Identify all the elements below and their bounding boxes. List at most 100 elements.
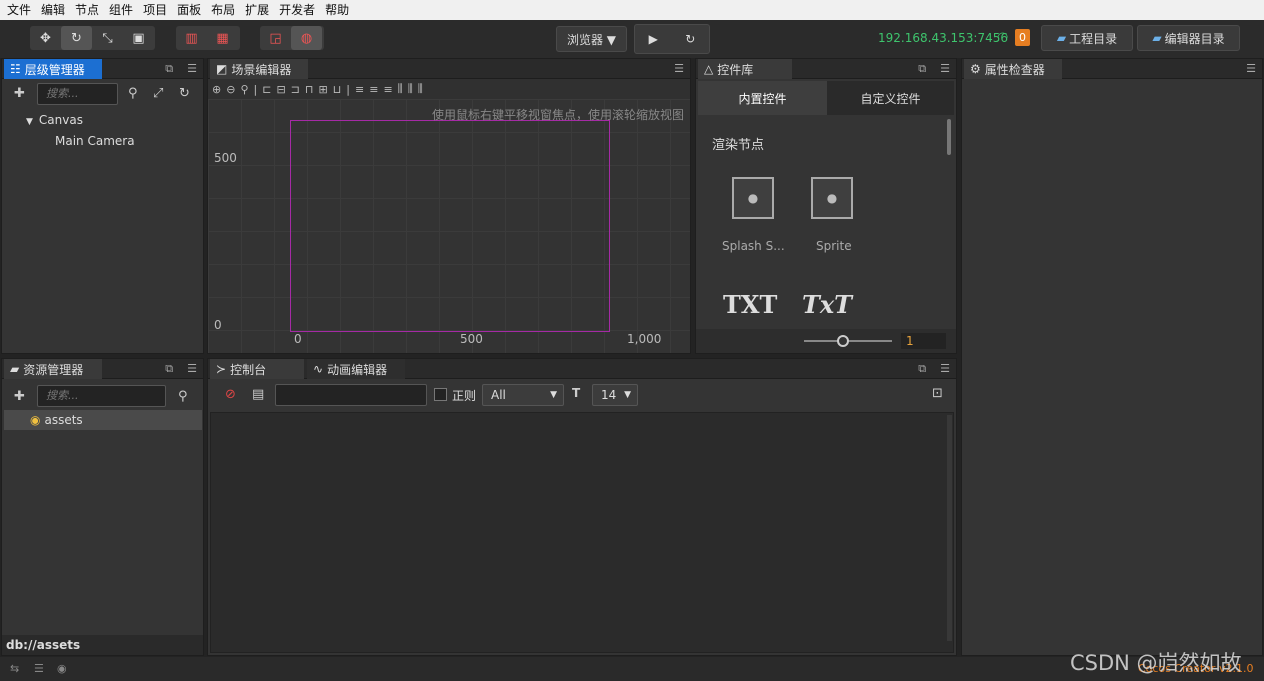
tab-hierarchy[interactable]: ☷ 层级管理器 [4,59,102,79]
rotate-tool-icon[interactable]: ↻ [61,26,92,50]
tab-assets[interactable]: ▰ 资源管理器 [4,359,102,379]
distribute-top-icon[interactable]: ≡ [355,83,364,96]
zoom-reset-icon[interactable]: ⚲ [240,83,248,96]
popout-icon[interactable]: ⧉ [165,362,173,376]
sprite-icon[interactable]: ● [811,177,853,219]
font-size-select[interactable]: 14 ▼ [592,384,638,406]
zoom-out-icon[interactable]: ⊖ [226,83,235,96]
console-filter-input[interactable] [275,384,427,406]
tab-console[interactable]: ≻ 控制台 [210,359,304,379]
menu-project[interactable]: 项目 [138,0,172,20]
tab-animation-editor[interactable]: ∿ 动画编辑器 [307,359,405,379]
widget-item-label: Splash S... [722,239,785,253]
align-vcenter-icon[interactable]: ⊞ [318,83,327,96]
play-icon[interactable]: ▶ [649,32,658,46]
menu-component[interactable]: 组件 [104,0,138,20]
sync-icon[interactable]: ⇆ [10,662,19,675]
tree-item-canvas[interactable]: ▼ Canvas [26,113,83,127]
align-right-icon[interactable]: ⊐ [291,83,300,96]
scene-viewport[interactable]: 使用鼠标右键平移视窗焦点，使用滚轮缩放视图 500 0 0 500 1,000 [208,99,690,353]
scale-tool-icon[interactable]: ⤡ [92,26,123,50]
collapse-icon[interactable]: ⊡ [932,386,943,401]
menu-icon[interactable]: ☰ [187,62,197,76]
tree-item-assets[interactable]: ◉ assets [4,410,202,430]
distribute-right-icon[interactable]: ⫼ [418,82,423,96]
eye-icon[interactable]: ◉ [57,662,67,675]
refresh-icon[interactable]: ↻ [179,86,190,101]
search-icon[interactable]: ⚲ [178,389,188,404]
assets-search-input[interactable]: 搜索... [37,385,166,407]
add-icon[interactable]: ✚ [14,389,25,404]
align-bottom-icon[interactable]: ⊔ [333,83,342,96]
gear-icon: ⚙ [970,62,981,76]
pivot-center-icon[interactable]: ▦ [207,26,238,50]
popout-icon[interactable]: ⧉ [918,362,926,376]
open-log-icon[interactable]: ▤ [252,387,264,402]
scene-icon: ◩ [216,62,228,76]
menu-developer[interactable]: 开发者 [274,0,320,20]
scrollbar[interactable] [947,415,952,641]
move-tool-icon[interactable]: ✥ [30,26,61,50]
regex-checkbox[interactable] [434,388,447,401]
size-slider-handle[interactable] [837,335,849,347]
distribute-vcenter-icon[interactable]: ≡ [369,83,378,96]
tab-custom-widgets[interactable]: 自定义控件 [827,81,954,115]
browser-select[interactable]: 浏览器 ▼ [556,26,627,52]
tab-inspector[interactable]: ⚙ 属性检查器 [964,59,1062,79]
popout-icon[interactable]: ⧉ [165,62,173,76]
menu-node[interactable]: 节点 [70,0,104,20]
align-left-icon[interactable]: ⊏ [262,83,271,96]
tab-scene[interactable]: ◩ 场景编辑器 [210,59,308,79]
separator: | [346,82,350,96]
tab-widget-library[interactable]: △ 控件库 [698,59,792,79]
distribute-hcenter-icon[interactable]: ⫼ [408,82,413,96]
database-icon[interactable]: ☰ [34,662,44,675]
assets-panel: ▰ 资源管理器 ⧉ ☰ ✚ 搜索... ⚲ ◉ assets db://asse… [1,358,204,656]
distribute-left-icon[interactable]: ⫼ [398,82,403,96]
menu-help[interactable]: 帮助 [320,0,354,20]
panel-controls: ☰ [674,62,684,75]
tab-builtin-widgets[interactable]: 内置控件 [698,81,827,115]
watermark: CSDN @岿然如故 [1070,651,1242,675]
menu-extension[interactable]: 扩展 [240,0,274,20]
panel-controls: ⧉ ☰ [165,362,197,376]
expand-icon[interactable]: ⤢ [153,86,163,101]
zoom-in-icon[interactable]: ⊕ [212,83,221,96]
console-log-area[interactable] [210,412,954,653]
menu-icon[interactable]: ☰ [940,362,950,376]
chevron-down-icon: ▼ [550,390,557,400]
popout-icon[interactable]: ⧉ [918,62,926,76]
x-axis-0: 0 [294,332,302,346]
align-top-icon[interactable]: ⊓ [305,83,314,96]
add-icon[interactable]: ✚ [14,86,25,101]
menu-icon[interactable]: ☰ [1246,62,1256,75]
rect-tool-icon[interactable]: ▣ [123,26,154,50]
menu-panel[interactable]: 面板 [172,0,206,20]
menu-icon[interactable]: ☰ [940,62,950,76]
search-icon[interactable]: ⚲ [128,86,138,101]
view-3d-icon[interactable]: ◍ [291,26,322,50]
scrollbar[interactable] [947,119,951,155]
distribute-bottom-icon[interactable]: ≡ [383,83,392,96]
menu-file[interactable]: 文件 [2,0,36,20]
triangle-icon: △ [704,62,714,76]
refresh-icon[interactable]: ↻ [685,32,695,46]
tree-item-main-camera[interactable]: Main Camera [55,134,135,148]
clear-icon[interactable]: ⊘ [225,387,236,402]
menu-edit[interactable]: 编辑 [36,0,70,20]
menu-layout[interactable]: 布局 [206,0,240,20]
size-value-input[interactable]: 1 [901,333,946,349]
project-dir-button[interactable]: ▰ 工程目录 [1041,25,1133,51]
richtext-widget-icon[interactable]: TxT [802,290,852,319]
menu-icon[interactable]: ☰ [187,362,197,376]
log-level-select[interactable]: All ▼ [482,384,564,406]
splash-sprite-icon[interactable]: ● [732,177,774,219]
pivot-local-icon[interactable]: ▥ [176,26,207,50]
label-widget-icon[interactable]: TXT [723,290,777,319]
hierarchy-search-input[interactable]: 搜索... [37,83,118,105]
menu-icon[interactable]: ☰ [674,62,684,75]
terminal-icon: ≻ [216,362,227,376]
view-2d-icon[interactable]: ◲ [260,26,291,50]
align-hcenter-icon[interactable]: ⊟ [276,83,285,96]
editor-dir-button[interactable]: ▰ 编辑器目录 [1137,25,1240,51]
